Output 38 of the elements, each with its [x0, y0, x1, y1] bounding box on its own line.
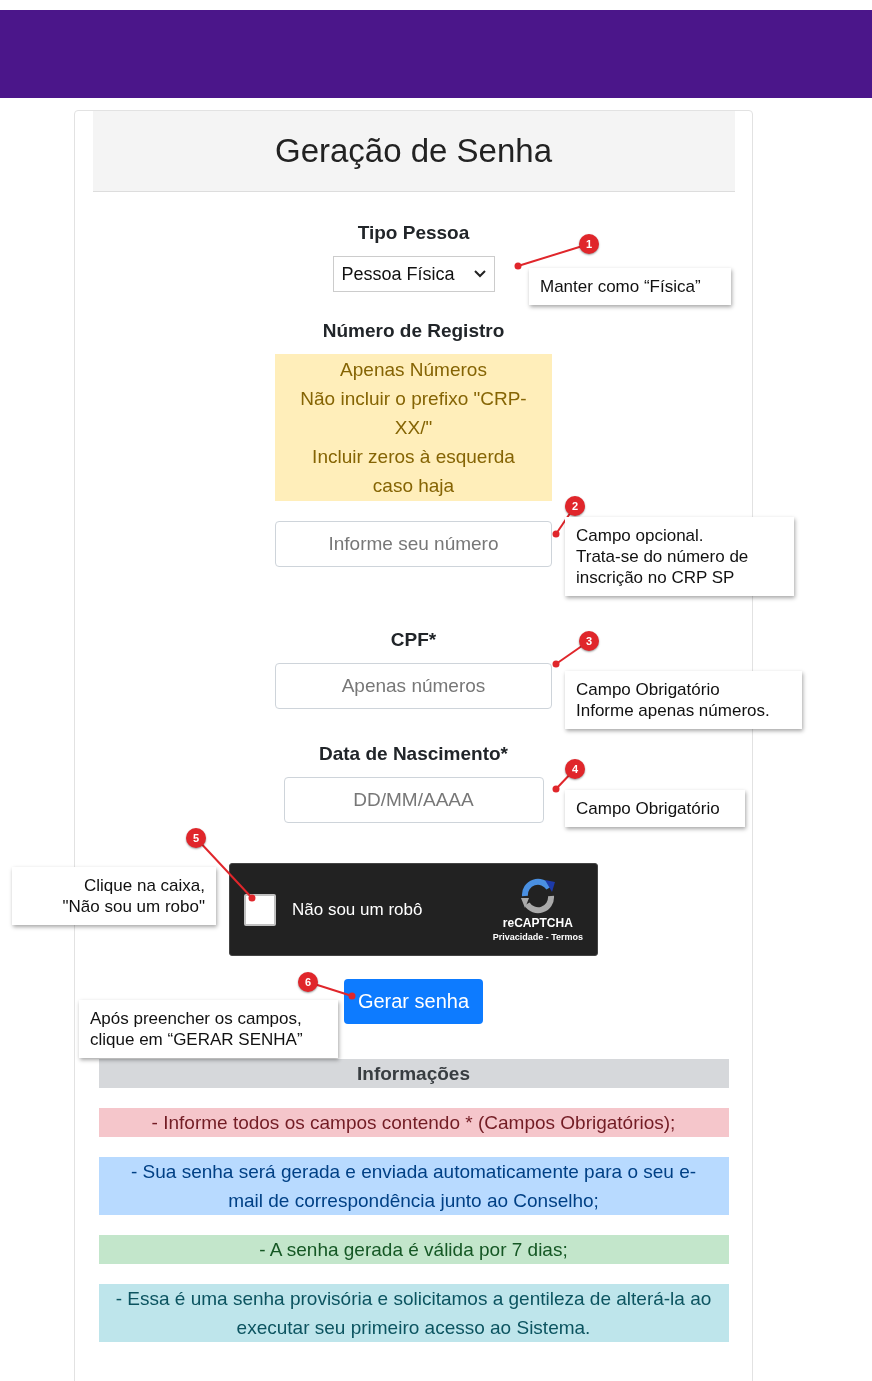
hint-text: Apenas Números [339, 358, 488, 382]
registration-input[interactable]: Informe seu número [275, 521, 552, 567]
cpf-input[interactable]: Apenas números [275, 663, 552, 709]
hint-text: Incluir zeros à esquerda caso haja [311, 445, 516, 498]
callout-text: Trata-se do número de [576, 546, 750, 567]
step-number-badge: 6 [298, 972, 318, 992]
birth-date-input[interactable]: DD/MM/AAAA [283, 777, 544, 823]
step-number-badge: 1 [579, 234, 599, 254]
info-message: - Essa é uma senha provisória e solicitamos a gentileza de alterá-la ao executar seu primeiro acesso ao Sistema. [98, 1284, 729, 1342]
hint-text: Não incluir o prefixo "CRP-XX/" [299, 387, 528, 440]
step-number-badge: 4 [565, 759, 585, 779]
step-number-badge: 5 [186, 828, 206, 848]
privacy-terms-link[interactable]: Privacidade - Termos [492, 931, 583, 942]
info-message: - Sua senha será gerada e enviada automaticamente para o seu e-mail de correspondência junto ao Conselho; [98, 1157, 729, 1215]
captcha-label: Não sou um robô [292, 899, 424, 920]
step-number-badge: 3 [579, 631, 599, 651]
person-type-select[interactable]: Pessoa Física [332, 256, 495, 292]
info-message: - Informe todos os campos contendo * (Campos Obrigatórios); [98, 1108, 729, 1137]
page-title: Geração de Senha [274, 132, 552, 170]
callout-text: "Não sou um robo" [61, 896, 205, 917]
field-label: Data de Nascimento* [319, 743, 508, 765]
callout-text: Campo Obrigatório [576, 798, 721, 819]
callout-text: inscrição no CRP SP [576, 567, 736, 588]
callout-text: Manter como “Física” [540, 276, 702, 297]
callout-text: Clique na caixa, [83, 875, 205, 896]
info-heading: Informações [98, 1059, 729, 1088]
callout-text: Campo opcional. [576, 525, 705, 546]
info-message: - A senha gerada é válida por 7 dias; [98, 1235, 729, 1264]
step-number-badge: 2 [565, 496, 585, 516]
captcha-brand: reCAPTCHA [502, 915, 573, 930]
field-label: CPF* [390, 629, 437, 651]
callout-text: clique em “GERAR SENHA” [90, 1029, 304, 1050]
field-label: Número de Registro [322, 320, 505, 342]
generate-password-button[interactable]: Gerar senha [343, 979, 484, 1024]
callout-text: Informe apenas números. [576, 700, 771, 721]
callout-text: Após preencher os campos, [90, 1008, 303, 1029]
field-label: Tipo Pessoa [357, 222, 470, 244]
callout-text: Campo Obrigatório [576, 679, 721, 700]
